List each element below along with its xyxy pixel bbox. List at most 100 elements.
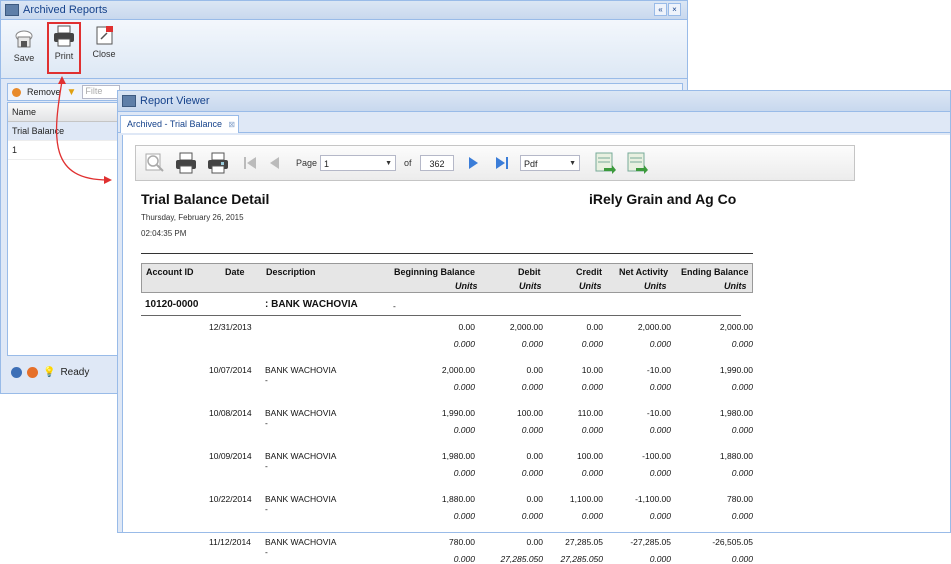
lightbulb-icon[interactable]: 💡 <box>43 367 55 378</box>
row-dash: - <box>265 504 268 514</box>
col-beginning-balance: Beginning Balance <box>394 267 476 277</box>
units-ending: Units <box>724 281 747 291</box>
print-label: Print <box>54 51 74 61</box>
row-begin: 2,000.00 <box>441 365 475 375</box>
grid-row[interactable]: 1 <box>8 141 118 160</box>
first-page-icon[interactable] <box>242 155 258 171</box>
window-icon <box>122 95 136 107</box>
zoom-icon[interactable] <box>144 152 166 174</box>
col-credit: Credit <box>576 267 603 277</box>
row-units-debit: 0.000 <box>521 382 543 392</box>
account-rule <box>141 315 741 316</box>
row-end: 1,990.00 <box>719 365 753 375</box>
row-description: BANK WACHOVIA <box>265 451 337 461</box>
archived-grid: Name Trial Balance 1 <box>7 102 119 356</box>
row-units-debit: 0.000 <box>521 511 543 521</box>
row-credit: 10.00 <box>581 365 603 375</box>
window-icon <box>5 4 19 16</box>
remove-icon[interactable] <box>12 87 21 97</box>
quick-print-icon[interactable] <box>206 151 230 175</box>
export-all-icon[interactable] <box>626 151 648 175</box>
row-begin: 0.00 <box>458 322 475 332</box>
tab-close-icon[interactable]: ⊠ <box>228 116 235 133</box>
report-toolbar: Page 1 ▼ of 362 Pdf ▼ <box>135 145 855 181</box>
row-end: 1,880.00 <box>719 451 753 461</box>
row-units-debit: 0.000 <box>521 339 543 349</box>
chevron-down-icon[interactable]: ▼ <box>569 156 576 172</box>
row-begin: 780.00 <box>449 537 475 547</box>
filter-input[interactable]: Filte <box>82 85 121 99</box>
row-description: BANK WACHOVIA <box>265 494 337 504</box>
grid-row[interactable]: Trial Balance <box>8 122 118 141</box>
remove-button[interactable]: Remove <box>27 87 61 97</box>
row-credit: 27,285.05 <box>565 537 603 547</box>
row-credit: 0.00 <box>586 322 603 332</box>
previous-page-icon[interactable] <box>266 155 282 171</box>
window-title: Archived Reports <box>23 4 108 16</box>
export-format-value: Pdf <box>524 159 538 169</box>
row-begin: 1,990.00 <box>441 408 475 418</box>
table-header: Account ID Date Description Beginning Ba… <box>141 263 753 293</box>
page-number-value: 1 <box>324 159 330 169</box>
filter-icon: ▼ <box>66 86 77 98</box>
row-units-credit: 27,285.050 <box>560 554 603 564</box>
row-units-net: 0.000 <box>649 425 671 435</box>
row-date: 11/12/2014 <box>209 537 251 547</box>
row-units-end: 0.000 <box>731 339 753 349</box>
archived-toolbar: Save Print Close <box>1 20 687 79</box>
grid-header-name[interactable]: Name <box>8 103 118 122</box>
status-text: Ready <box>60 366 90 378</box>
row-debit: 0.00 <box>526 451 543 461</box>
row-dash: - <box>265 375 268 385</box>
row-dash: - <box>265 547 268 557</box>
col-net-activity: Net Activity <box>619 267 669 277</box>
page-label: Page <box>296 158 318 168</box>
report-viewer-titlebar[interactable]: Report Viewer <box>118 91 950 112</box>
row-net: -100.00 <box>642 451 671 461</box>
restore-icon[interactable]: « <box>654 3 667 16</box>
row-units-begin: 0.000 <box>453 425 475 435</box>
col-debit: Debit <box>518 267 541 277</box>
row-credit: 100.00 <box>577 451 603 461</box>
support-icon[interactable] <box>27 366 38 378</box>
units-credit: Units <box>579 281 602 291</box>
row-date: 10/08/2014 <box>209 408 252 418</box>
row-dash: - <box>265 418 268 428</box>
row-units-credit: 0.000 <box>581 382 603 392</box>
report-area: Page 1 ▼ of 362 Pdf ▼ Trial Balance Deta… <box>122 135 950 564</box>
print-icon[interactable] <box>174 151 198 175</box>
export-icon[interactable] <box>594 151 616 175</box>
help-icon[interactable] <box>11 366 22 378</box>
row-units-end: 0.000 <box>731 511 753 521</box>
units-beginning: Units <box>455 281 478 291</box>
save-button[interactable]: Save <box>7 28 41 63</box>
row-units-credit: 0.000 <box>581 468 603 478</box>
next-page-icon[interactable] <box>466 155 482 171</box>
row-net: 2,000.00 <box>637 322 671 332</box>
row-description: BANK WACHOVIA <box>265 408 337 418</box>
page-number-input[interactable]: 1 ▼ <box>320 155 396 171</box>
last-page-icon[interactable] <box>494 155 510 171</box>
export-format-select[interactable]: Pdf ▼ <box>520 155 580 171</box>
units-debit: Units <box>519 281 542 291</box>
col-account-id: Account ID <box>146 267 194 277</box>
row-units-credit: 0.000 <box>581 425 603 435</box>
row-description: BANK WACHOVIA <box>265 537 337 547</box>
col-ending-balance: Ending Balance <box>681 267 749 277</box>
row-date: 10/09/2014 <box>209 451 252 461</box>
row-units-begin: 0.000 <box>453 468 475 478</box>
row-end: -26,505.05 <box>712 537 753 547</box>
tab-archived-trial-balance[interactable]: Archived - Trial Balance ⊠ <box>120 115 240 133</box>
archived-reports-titlebar[interactable]: Archived Reports « × <box>1 1 687 20</box>
units-net: Units <box>644 281 667 291</box>
print-button[interactable]: Print <box>47 22 81 74</box>
row-debit: 0.00 <box>526 537 543 547</box>
close-icon[interactable]: × <box>668 3 681 16</box>
tab-label: Archived - Trial Balance <box>127 119 223 129</box>
row-units-end: 0.000 <box>731 468 753 478</box>
row-units-net: 0.000 <box>649 382 671 392</box>
account-id: 10120-0000 <box>145 299 199 310</box>
close-button[interactable]: Close <box>87 24 121 59</box>
row-units-net: 0.000 <box>649 339 671 349</box>
chevron-down-icon[interactable]: ▼ <box>385 156 392 172</box>
